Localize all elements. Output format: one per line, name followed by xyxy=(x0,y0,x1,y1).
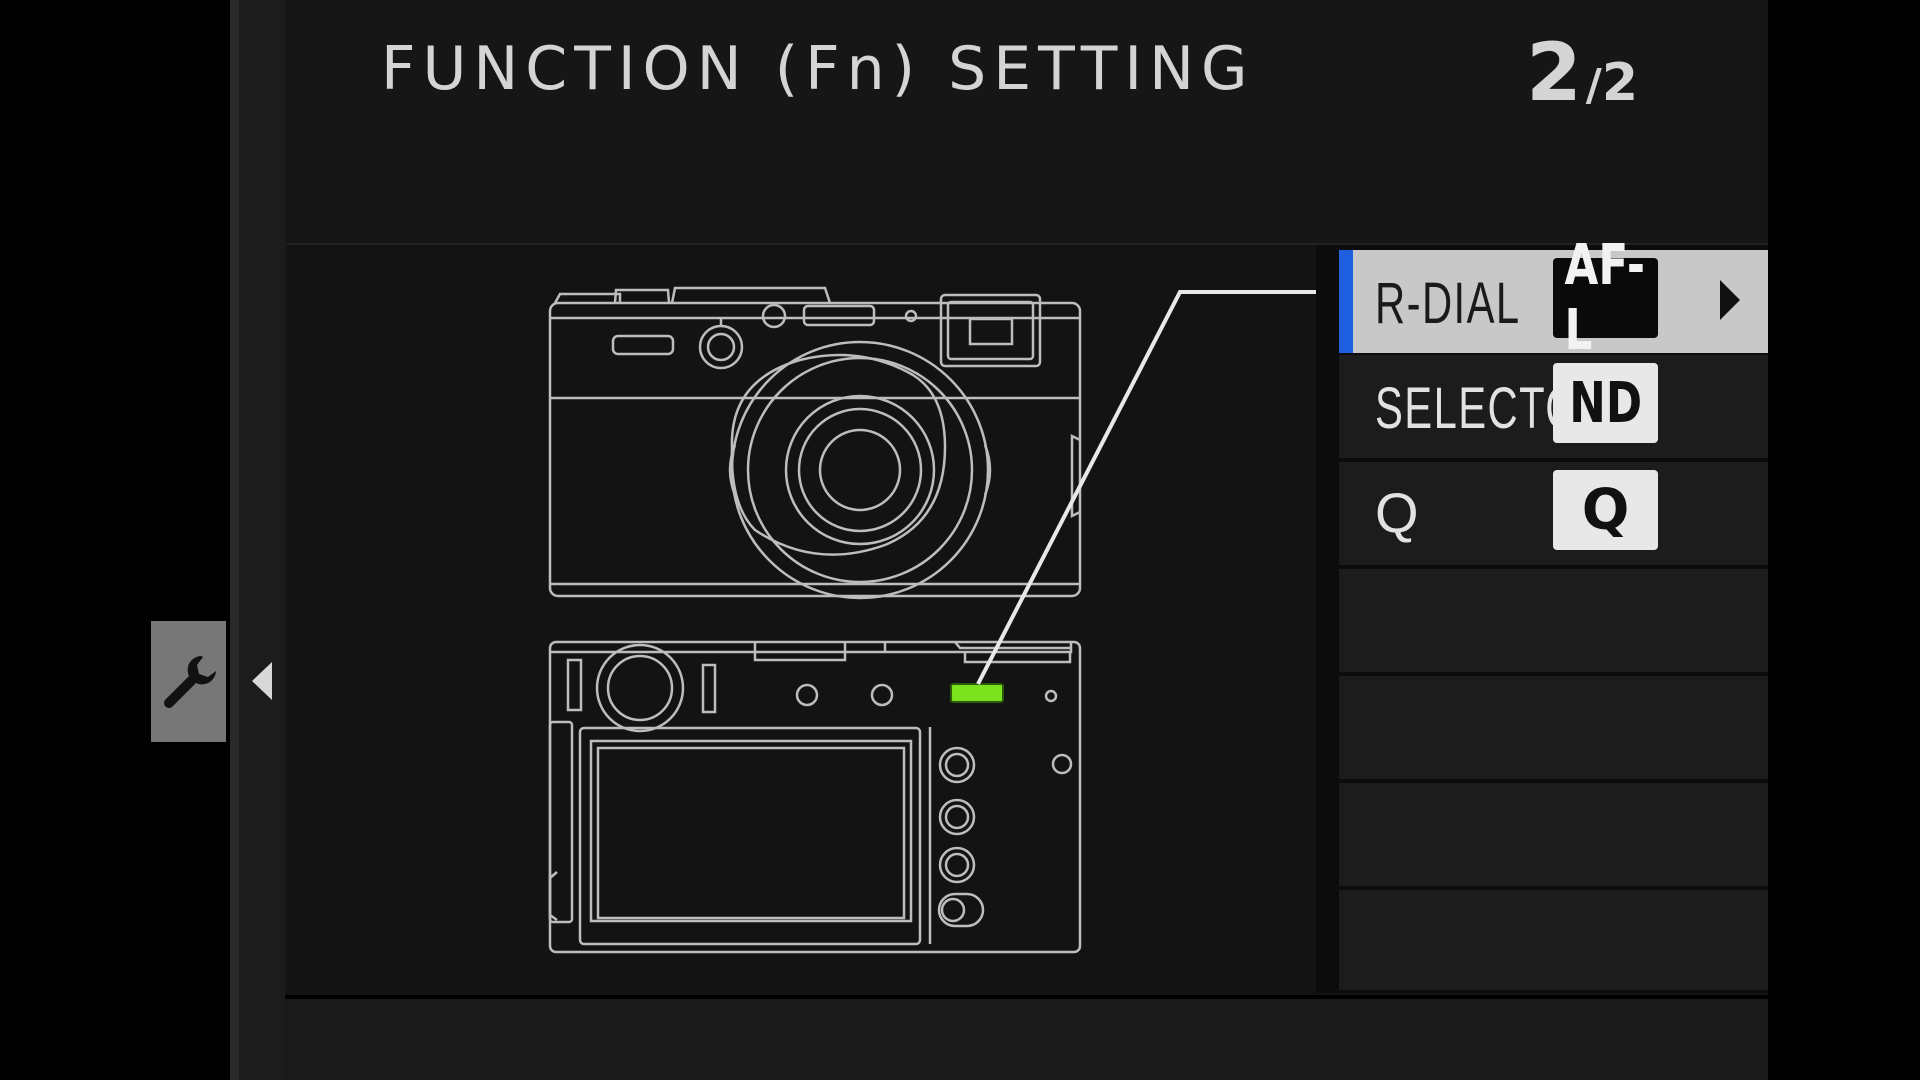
left-rail-edge xyxy=(230,0,239,1080)
page-current: 2 xyxy=(1526,26,1582,119)
page-total: 2 xyxy=(1601,53,1638,113)
list-item-r-dial[interactable]: R-DIAL AF-L xyxy=(1339,233,1768,363)
list-item-empty[interactable] xyxy=(1339,890,1768,990)
list-item-empty[interactable] xyxy=(1339,569,1768,672)
list-item-q[interactable]: Q Q xyxy=(1339,462,1768,565)
function-badge: ND xyxy=(1553,363,1658,443)
triangle-left-icon[interactable] xyxy=(252,662,272,700)
wrench-icon xyxy=(163,655,216,708)
function-value: ND xyxy=(1569,370,1642,436)
function-value: AF-L xyxy=(1564,233,1645,363)
page-title: FUNCTION (Fn) SETTING xyxy=(381,34,1255,104)
function-badge: Q xyxy=(1553,470,1658,550)
list-item-selector[interactable]: SELECTOR ND xyxy=(1339,355,1768,458)
setup-menu-tab[interactable] xyxy=(151,621,226,742)
header: FUNCTION (Fn) SETTING 2/2 xyxy=(285,0,1768,240)
fn-setting-screen: FUNCTION (Fn) SETTING 2/2 R-DIAL AF-L SE… xyxy=(0,0,1920,1080)
list-item-empty[interactable] xyxy=(1339,783,1768,886)
function-value: Q xyxy=(1581,477,1630,543)
footer xyxy=(285,999,1768,1080)
button-label: R-DIAL xyxy=(1375,271,1521,336)
selection-indicator xyxy=(1339,250,1353,353)
button-label: Q xyxy=(1375,481,1421,544)
triangle-right-icon[interactable] xyxy=(1720,280,1740,320)
list-item-empty[interactable] xyxy=(1339,676,1768,779)
function-badge: AF-L xyxy=(1553,233,1658,363)
page-indicator: 2/2 xyxy=(1526,26,1638,119)
page-separator: / xyxy=(1585,60,1602,111)
